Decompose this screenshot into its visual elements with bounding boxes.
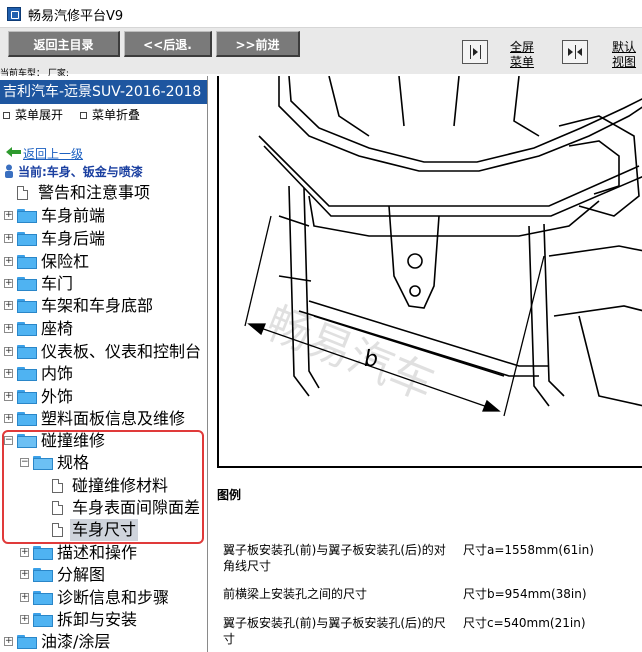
folder-icon (17, 232, 37, 246)
expand-plus-icon[interactable]: + (4, 392, 13, 401)
folder-icon (17, 209, 37, 223)
tree-item-paint-coating[interactable]: + 油漆/涂层 (4, 631, 207, 652)
legend-row: 翼子板安装孔(前)与翼子板安装孔(后)的对角线尺寸 尺寸a=1558mm(61i… (223, 542, 633, 576)
folder-icon (17, 635, 37, 649)
folder-icon (33, 613, 53, 627)
document-icon (17, 186, 28, 200)
expand-plus-icon[interactable]: + (20, 570, 29, 579)
expand-plus-icon[interactable]: + (4, 279, 13, 288)
tree-item-front-body[interactable]: + 车身前端 (4, 205, 207, 227)
tree-item-rear-body[interactable]: + 车身后端 (4, 228, 207, 250)
front-end-structure-drawing: b 畅易汽车 (244, 76, 642, 417)
tree-item-removal-installation[interactable]: + 拆卸与安装 (20, 609, 207, 631)
square-icon (80, 112, 87, 119)
arrow-left-icon (577, 48, 582, 56)
person-icon (5, 164, 13, 178)
folder-icon (17, 255, 37, 269)
legend-value: 尺寸a=1558mm(61in) (463, 543, 594, 557)
tree-item-frame-underbody[interactable]: + 车架和车身底部 (4, 295, 207, 317)
expand-plus-icon[interactable]: + (20, 548, 29, 557)
expand-plus-icon[interactable]: + (4, 211, 13, 220)
back-button[interactable]: <<后退. (124, 31, 212, 57)
fullscreen-menu-button[interactable] (462, 40, 488, 64)
arrow-right-icon (473, 48, 478, 56)
app-icon (7, 7, 21, 21)
legend-row: 前横梁上安装孔之间的尺寸 尺寸b=954mm(38in) (223, 586, 633, 604)
folder-icon (17, 345, 37, 359)
legend-value: 尺寸b=954mm(38in) (463, 587, 587, 601)
folder-icon (17, 277, 37, 291)
tree-item-exploded-view[interactable]: + 分解图 (20, 564, 207, 586)
tree-item-description-operation[interactable]: + 描述和操作 (20, 542, 207, 564)
folder-icon (17, 367, 37, 381)
expand-plus-icon[interactable]: + (4, 414, 13, 423)
default-view-button[interactable] (562, 40, 588, 64)
expand-plus-icon[interactable]: + (4, 637, 13, 646)
expand-plus-icon[interactable]: + (4, 257, 13, 266)
legend-description: 前横梁上安装孔之间的尺寸 (223, 587, 368, 601)
legend-value: 尺寸c=540mm(21in) (463, 616, 586, 630)
folder-icon (17, 390, 37, 404)
forward-button[interactable]: >>前进 (216, 31, 300, 57)
expand-plus-icon[interactable]: + (4, 234, 13, 243)
tree-item-plastic-panels[interactable]: + 塑料面板信息及维修 (4, 408, 207, 430)
body-dimension-diagram: b 畅易汽车 (217, 76, 642, 468)
back-arrow-icon (6, 147, 21, 157)
fullscreen-menu-label-1[interactable]: 全屏 (510, 40, 534, 54)
tree-item-instrument-panel[interactable]: + 仪表板、仪表和控制台 (4, 341, 207, 363)
tree-item-exterior-trim[interactable]: + 外饰 (4, 386, 207, 408)
legend-description: 翼子板安装孔(前)与翼子板安装孔(后)的尺寸 (223, 616, 446, 646)
legend-description: 翼子板安装孔(前)与翼子板安装孔(后)的对角线尺寸 (223, 543, 446, 573)
tree-item-seats[interactable]: + 座椅 (4, 318, 207, 340)
content-pane: b 畅易汽车 图例 翼子板安装孔(前)与翼子板安装孔(后)的对角线尺寸 尺寸a=… (209, 76, 642, 652)
toolbar: 返回主目录 <<后退. >>前进 全屏 菜单 默认 视图 (0, 28, 642, 74)
home-button[interactable]: 返回主目录 (8, 31, 120, 57)
menu-collapse-button[interactable]: 菜单折叠 (80, 106, 140, 123)
tree-item-interior-trim[interactable]: + 内饰 (4, 363, 207, 385)
legend-row: 翼子板安装孔(前)与翼子板安装孔(后)的尺寸 尺寸c=540mm(21in) (223, 615, 633, 649)
window-title: 畅易汽修平台V9 (28, 9, 124, 24)
arrow-right-icon (568, 48, 573, 56)
tree-item-doors[interactable]: + 车门 (4, 273, 207, 295)
vehicle-model-bar: 吉利汽车-远景SUV-2016-2018 (0, 80, 207, 104)
folder-icon (33, 591, 53, 605)
expand-plus-icon[interactable]: + (4, 324, 13, 333)
folder-icon (33, 546, 53, 560)
folder-icon (17, 412, 37, 426)
tree-item-diagnostics[interactable]: + 诊断信息和步骤 (20, 587, 207, 609)
back-up-link[interactable]: 返回上一级 (23, 145, 83, 162)
folder-icon (17, 322, 37, 336)
folder-icon (17, 299, 37, 313)
default-view-label-1[interactable]: 默认 (612, 40, 636, 54)
menu-expand-button[interactable]: 菜单展开 (3, 106, 63, 123)
default-view-label-2[interactable]: 视图 (612, 55, 636, 69)
square-icon (3, 112, 10, 119)
expand-plus-icon[interactable]: + (4, 347, 13, 356)
tree-item-bumper[interactable]: + 保险杠 (4, 251, 207, 273)
expand-plus-icon[interactable]: + (20, 615, 29, 624)
tree-item-warnings[interactable]: 警告和注意事项 (4, 182, 207, 204)
expand-plus-icon[interactable]: + (20, 593, 29, 602)
navigation-pane: 吉利汽车-远景SUV-2016-2018 菜单展开 菜单折叠 返回上一级 当前:… (0, 76, 208, 652)
folder-icon (33, 568, 53, 582)
title-bar: 畅易汽修平台V9 (0, 0, 642, 28)
expand-plus-icon[interactable]: + (4, 301, 13, 310)
legend-title: 图例 (217, 488, 242, 502)
fullscreen-menu-label-2[interactable]: 菜单 (510, 55, 534, 69)
expand-plus-icon[interactable]: + (4, 369, 13, 378)
current-section: 当前:车身、钣金与喷漆 (18, 165, 143, 179)
highlight-annotation-box (2, 430, 204, 544)
